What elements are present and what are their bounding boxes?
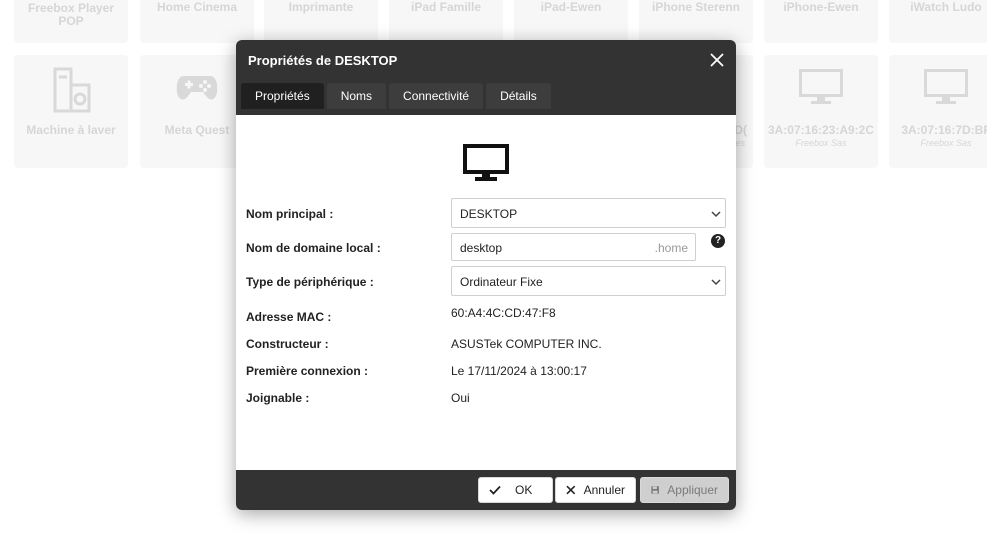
tab-noms[interactable]: Noms xyxy=(326,83,387,109)
help-icon[interactable]: ? xyxy=(711,234,725,248)
check-icon xyxy=(489,485,501,495)
adresse-mac-value: 60:A4:4C:CD:47:F8 xyxy=(451,306,556,320)
ok-label: OK xyxy=(515,483,533,497)
domain-suffix: .home xyxy=(654,241,688,255)
dialog-header: Propriétés de DESKTOP Propriétés Noms Co… xyxy=(236,40,736,115)
cancel-button[interactable]: Annuler xyxy=(555,477,636,503)
cancel-label: Annuler xyxy=(583,483,625,497)
save-icon xyxy=(651,486,659,494)
nom-principal-value: DESKTOP xyxy=(460,207,518,221)
constructeur-value: ASUSTek COMPUTER INC. xyxy=(451,337,602,351)
premiere-connexion-value: Le 17/11/2024 à 13:00:17 xyxy=(451,364,587,378)
label-type-peripherique: Type de périphérique : xyxy=(246,275,374,289)
chevron-down-icon xyxy=(711,279,721,286)
nom-domaine-value: desktop xyxy=(460,241,503,255)
monitor-icon xyxy=(463,144,509,181)
dialog-footer: OK Annuler Appliquer xyxy=(236,470,736,510)
type-peripherique-value: Ordinateur Fixe xyxy=(460,275,543,289)
nom-principal-select[interactable]: DESKTOP xyxy=(451,198,726,228)
dialog-tabs: Propriétés Noms Connectivité Détails xyxy=(241,83,551,109)
tab-connectivite[interactable]: Connectivité xyxy=(389,83,484,109)
nom-domaine-input[interactable]: desktop .home xyxy=(451,233,696,261)
type-peripherique-select[interactable]: Ordinateur Fixe xyxy=(451,266,726,296)
label-joignable: Joignable : xyxy=(246,391,310,405)
properties-dialog: Propriétés de DESKTOP Propriétés Noms Co… xyxy=(236,40,736,510)
tab-details[interactable]: Détails xyxy=(486,83,551,109)
x-icon xyxy=(566,485,576,495)
label-nom-domaine: Nom de domaine local : xyxy=(246,241,381,255)
tab-proprietes[interactable]: Propriétés xyxy=(241,83,324,109)
apply-label: Appliquer xyxy=(667,483,718,497)
label-nom-principal: Nom principal : xyxy=(246,207,334,221)
ok-button[interactable]: OK xyxy=(478,477,553,503)
label-premiere-connexion: Première connexion : xyxy=(246,364,369,378)
label-constructeur: Constructeur : xyxy=(246,337,329,351)
dialog-title: Propriétés de DESKTOP xyxy=(248,53,398,68)
apply-button[interactable]: Appliquer xyxy=(640,477,729,503)
chevron-down-icon xyxy=(711,211,721,218)
label-adresse-mac: Adresse MAC : xyxy=(246,310,332,324)
close-icon[interactable] xyxy=(708,51,726,69)
joignable-value: Oui xyxy=(451,391,470,405)
